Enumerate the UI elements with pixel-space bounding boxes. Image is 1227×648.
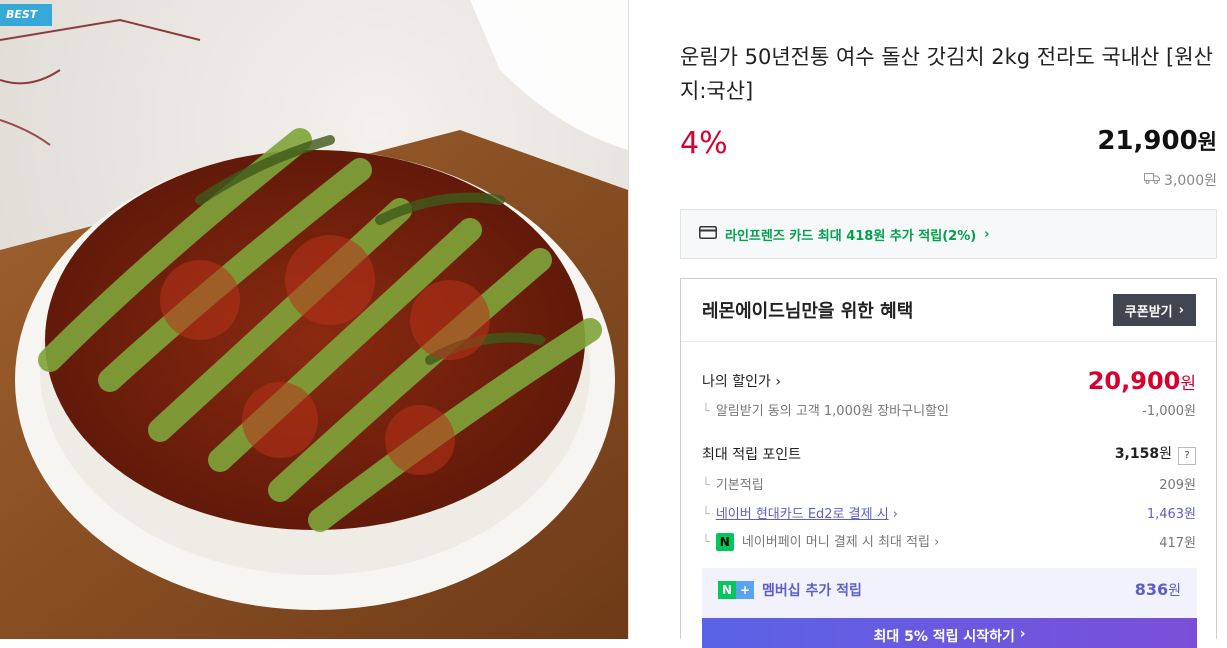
npay-points: └ N 네이버페이 머니 결제 시 최대 적립 ›	[702, 533, 940, 551]
membership-points: 836원	[1135, 580, 1181, 600]
max-points-label: 최대 적립 포인트	[702, 447, 802, 463]
basic-points-value: 209원	[1159, 478, 1196, 493]
question-icon[interactable]: ?	[1178, 447, 1196, 465]
column-divider	[628, 0, 629, 639]
sale-price-unit: 원	[1197, 130, 1217, 154]
best-badge: BEST	[0, 4, 52, 26]
my-price-label: 나의 할인가	[702, 374, 771, 390]
membership: N + 멤버십 추가 적립	[718, 580, 862, 600]
chevron-right-icon: ›	[892, 507, 898, 522]
card-points-link[interactable]: 네이버 현대카드 Ed2로 결제 시	[716, 507, 889, 522]
chevron-right-icon: ›	[1019, 626, 1026, 642]
npay-icon: N	[715, 533, 734, 551]
max-points-row: 최대 적립 포인트 3,158원?	[702, 443, 1196, 465]
card-icon	[699, 225, 717, 243]
my-price-value: 20,900	[1087, 367, 1181, 395]
benefit-title: 레몬에이드님만을 위한 혜택	[702, 301, 914, 322]
membership-start-button[interactable]: 최대 5% 적립 시작하기 ›	[702, 618, 1197, 648]
coupon-button[interactable]: 쿠폰받기 ›	[1112, 294, 1196, 326]
max-points: 3,158원?	[1115, 443, 1196, 465]
benefit-header: 레몬에이드님만을 위한 혜택 쿠폰받기 ›	[681, 279, 1216, 342]
discount-note-row: └ 알림받기 동의 고객 1,000원 장바구니할인 -1,000원	[702, 400, 1196, 419]
basic-points-row: └ 기본적립 209원	[702, 474, 1196, 493]
discount-note: └ 알림받기 동의 고객 1,000원 장바구니할인	[702, 404, 949, 419]
naver-plus-plus: +	[736, 581, 754, 599]
product-image	[0, 0, 628, 639]
max-points-value: 3,158	[1114, 446, 1160, 462]
my-price-row: 나의 할인가 › 20,900원	[702, 367, 1196, 395]
sale-price: 21,900원	[1097, 126, 1217, 156]
my-price-unit: 원	[1180, 374, 1196, 394]
discount-note-text: 알림받기 동의 고객 1,000원 장바구니할인	[715, 404, 949, 419]
card-benefit-link[interactable]: 라인프렌즈 카드 최대 418원 추가 적립(2%) ›	[680, 209, 1217, 259]
card-benefit-text: 라인프렌즈 카드 최대 418원 추가 적립(2%)	[725, 228, 977, 244]
product-title: 운림가 50년전통 여수 돌산 갓김치 2kg 전라도 국내산 [원산지:국산]	[680, 45, 1213, 103]
membership-row: N + 멤버십 추가 적립 836원	[718, 580, 1181, 600]
membership-box: N + 멤버십 추가 적립 836원 최대 5% 적립 시작하기 ›	[702, 568, 1197, 648]
shipping-fee: 3,000원	[1144, 170, 1217, 190]
max-points-unit: 원	[1159, 446, 1172, 462]
card-points-value: 1,463원	[1146, 507, 1196, 522]
chevron-right-icon: ›	[934, 535, 940, 550]
membership-start-label: 최대 5% 적립 시작하기	[873, 629, 1015, 645]
my-price: 20,900원	[1088, 367, 1196, 395]
chevron-right-icon: ›	[1178, 302, 1184, 318]
shipping-fee-value: 3,000원	[1164, 173, 1217, 189]
basic-points-label: 기본적립	[715, 478, 764, 493]
card-points-row: └ 네이버 현대카드 Ed2로 결제 시 › 1,463원	[702, 503, 1196, 522]
discount-rate: 4%	[680, 126, 728, 161]
npay-points-row: └ N 네이버페이 머니 결제 시 최대 적립 › 417원	[702, 531, 1196, 551]
chevron-right-icon: ›	[984, 226, 990, 242]
npay-points-value: 417원	[1159, 535, 1196, 551]
member-benefit-box: 레몬에이드님만을 위한 혜택 쿠폰받기 › 나의 할인가 › 20,900원 └…	[680, 278, 1217, 648]
sale-price-value: 21,900	[1097, 126, 1198, 156]
npay-points-label[interactable]: 네이버페이 머니 결제 시 최대 적립	[742, 535, 930, 550]
basic-points: └ 기본적립	[702, 478, 764, 493]
discount-amount: -1,000원	[1142, 404, 1196, 419]
membership-points-value: 836	[1134, 580, 1169, 599]
naver-plus-n: N	[718, 581, 736, 599]
card-points: └ 네이버 현대카드 Ed2로 결제 시 ›	[702, 507, 898, 522]
membership-points-unit: 원	[1168, 583, 1181, 599]
my-price-link[interactable]: 나의 할인가 ›	[702, 371, 781, 391]
naver-plus-icon: N +	[718, 581, 754, 599]
membership-label: 멤버십 추가 적립	[762, 583, 862, 599]
coupon-button-label: 쿠폰받기	[1124, 304, 1173, 320]
truck-icon	[1144, 172, 1161, 188]
chevron-right-icon: ›	[775, 374, 781, 390]
